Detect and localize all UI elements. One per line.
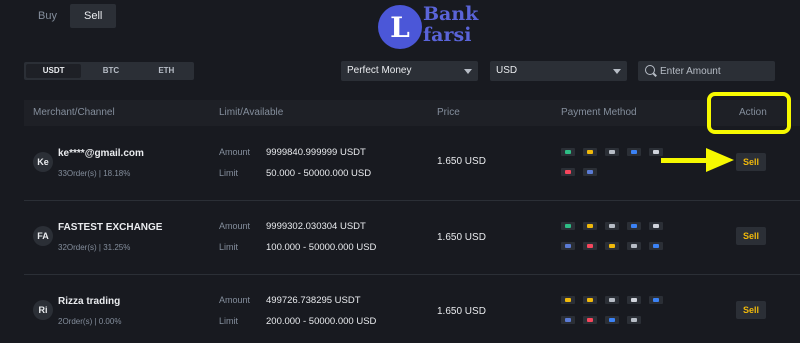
- amount-search: [638, 61, 775, 81]
- search-icon: [645, 65, 655, 75]
- limit-value: 50.000 - 50000.000 USD: [266, 168, 372, 179]
- payment-icon: [561, 148, 575, 156]
- tab-sell[interactable]: Sell: [70, 4, 117, 28]
- fiat-value: USD: [496, 65, 518, 76]
- payment-icon: [583, 168, 597, 176]
- tab-buy[interactable]: Buy: [38, 10, 57, 22]
- logo-letter: L: [390, 10, 410, 44]
- payment-icon: [627, 316, 641, 324]
- payment-icon: [561, 242, 575, 250]
- limit-value: 100.000 - 50000.000 USD: [266, 242, 377, 253]
- row-divider: [24, 274, 800, 275]
- logo-line-1: Bank: [423, 3, 479, 25]
- payment-icon: [605, 296, 619, 304]
- column-payment: Payment Method: [561, 107, 637, 118]
- payment-icon: [583, 242, 597, 250]
- coin-tab-eth[interactable]: ETH: [139, 62, 194, 80]
- coin-selector: USDT BTC ETH: [24, 62, 194, 80]
- amount-label: Amount: [219, 221, 251, 231]
- column-price: Price: [437, 107, 460, 118]
- payment-icon: [627, 242, 641, 250]
- caret-down-icon: [613, 69, 621, 74]
- payment-icon: [561, 296, 575, 304]
- logo-line-2: farsi: [423, 24, 472, 46]
- caret-down-icon: [464, 69, 472, 74]
- payment-method-select[interactable]: Perfect Money: [341, 61, 478, 81]
- merchant-stats: 33Order(s) | 18.18%: [58, 169, 131, 178]
- annotation-arrow-shaft: [661, 158, 711, 163]
- payment-icon: [649, 148, 663, 156]
- column-limit: Limit/Available: [219, 107, 284, 118]
- payment-icon: [583, 316, 597, 324]
- amount-input[interactable]: [660, 63, 768, 79]
- price-value: 1.650 USD: [437, 232, 486, 243]
- price-value: 1.650 USD: [437, 156, 486, 167]
- amount-value: 499726.738295 USDT: [266, 295, 361, 306]
- payment-icon: [649, 242, 663, 250]
- limit-value: 200.000 - 50000.000 USD: [266, 316, 377, 327]
- fiat-select[interactable]: USD: [490, 61, 627, 81]
- action-highlight-box: [707, 92, 791, 134]
- amount-label: Amount: [219, 147, 251, 157]
- avatar: Ri: [33, 300, 53, 320]
- merchant-name[interactable]: ke****@gmail.com: [58, 148, 144, 159]
- payment-icon: [605, 222, 619, 230]
- sell-button[interactable]: Sell: [736, 227, 766, 245]
- price-value: 1.650 USD: [437, 306, 486, 317]
- payment-icon: [583, 222, 597, 230]
- sell-button[interactable]: Sell: [736, 153, 766, 171]
- payment-icon: [605, 242, 619, 250]
- payment-icon: [583, 148, 597, 156]
- payment-method-value: Perfect Money: [347, 65, 412, 76]
- payment-icon: [583, 296, 597, 304]
- payment-icon: [627, 148, 641, 156]
- coin-tab-btc[interactable]: BTC: [83, 62, 138, 80]
- merchant-stats: 32Order(s) | 31.25%: [58, 243, 131, 252]
- limit-label: Limit: [219, 242, 239, 252]
- payment-icon: [627, 296, 641, 304]
- payment-icon: [561, 222, 575, 230]
- amount-label: Amount: [219, 295, 251, 305]
- amount-value: 9999840.999999 USDT: [266, 147, 366, 158]
- logo-icon: L: [378, 5, 422, 49]
- amount-value: 9999302.030304 USDT: [266, 221, 366, 232]
- sell-button[interactable]: Sell: [736, 301, 766, 319]
- merchant-stats: 2Order(s) | 0.00%: [58, 317, 122, 326]
- arrow-right-icon: [706, 148, 734, 172]
- avatar: Ke: [33, 152, 53, 172]
- logo-text: Bank farsi: [423, 4, 478, 46]
- payment-icon: [649, 222, 663, 230]
- limit-label: Limit: [219, 316, 239, 326]
- payment-icon: [605, 148, 619, 156]
- payment-icon: [627, 222, 641, 230]
- payment-icon: [649, 296, 663, 304]
- column-merchant: Merchant/Channel: [33, 107, 115, 118]
- avatar: FA: [33, 226, 53, 246]
- payment-icon: [561, 168, 575, 176]
- table-header: [24, 100, 800, 126]
- coin-tab-usdt[interactable]: USDT: [26, 64, 82, 78]
- payment-icon: [561, 316, 575, 324]
- merchant-name[interactable]: Rizza trading: [58, 296, 120, 307]
- payment-icon: [605, 316, 619, 324]
- merchant-name[interactable]: FASTEST EXCHANGE: [58, 222, 162, 233]
- row-divider: [24, 200, 800, 201]
- limit-label: Limit: [219, 168, 239, 178]
